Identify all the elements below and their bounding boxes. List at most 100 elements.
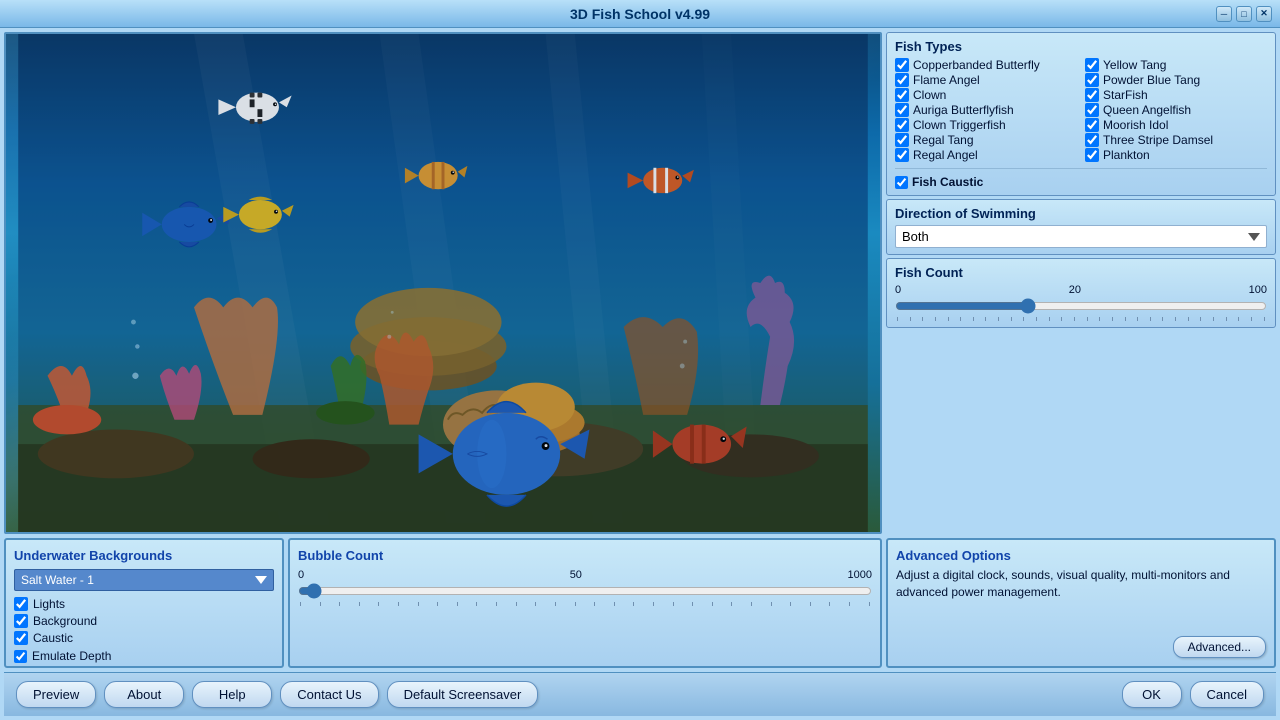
tick-mark	[575, 602, 576, 606]
right-panel: Fish Types Copperbanded ButterflyYellow …	[886, 32, 1276, 534]
aquarium-view	[4, 32, 882, 534]
main-wrapper: Fish Types Copperbanded ButterflyYellow …	[0, 28, 1280, 720]
tick-mark	[1238, 317, 1239, 321]
fish-type-item: Three Stripe Damsel	[1085, 133, 1267, 147]
tick-mark	[1061, 317, 1062, 321]
fish-type-checkbox-1[interactable]	[1085, 58, 1099, 72]
fish-count-slider[interactable]	[895, 298, 1267, 314]
minimize-button[interactable]: ─	[1216, 6, 1232, 22]
fish-caustic-label: Fish Caustic	[912, 175, 983, 189]
help-button[interactable]: Help	[192, 681, 272, 708]
tick-mark	[398, 602, 399, 606]
tick-mark	[922, 317, 923, 321]
top-section: Fish Types Copperbanded ButterflyYellow …	[4, 32, 1276, 534]
fish-type-checkbox-5[interactable]	[1085, 88, 1099, 102]
about-button[interactable]: About	[104, 681, 184, 708]
fish-type-label-3: Powder Blue Tang	[1103, 73, 1200, 87]
close-button[interactable]: ✕	[1256, 6, 1272, 22]
tick-mark	[359, 602, 360, 606]
fish-types-list: Copperbanded ButterflyYellow TangFlame A…	[895, 58, 1267, 162]
tick-mark	[1175, 317, 1176, 321]
emulate-depth-checkbox[interactable]	[14, 650, 27, 663]
tick-mark	[692, 602, 693, 606]
fish-type-item: Regal Angel	[895, 148, 1077, 162]
contact-us-button[interactable]: Contact Us	[280, 681, 378, 708]
underwater-bg-title: Underwater Backgrounds	[14, 548, 274, 563]
lights-checkbox[interactable]	[14, 597, 28, 611]
tick-mark	[1049, 317, 1050, 321]
bg-select-row: Salt Water - 1Salt Water - 2Fresh Water …	[14, 569, 274, 591]
fish-type-item: StarFish	[1085, 88, 1267, 102]
fish-type-item: Flame Angel	[895, 73, 1077, 87]
tick-mark	[1125, 317, 1126, 321]
tick-mark	[320, 602, 321, 606]
tick-mark	[673, 602, 674, 606]
advanced-desc: Adjust a digital clock, sounds, visual q…	[896, 567, 1266, 601]
ok-button[interactable]: OK	[1122, 681, 1182, 708]
fish-caustic-checkbox[interactable]	[895, 176, 908, 189]
advanced-button[interactable]: Advanced...	[1173, 636, 1266, 658]
tick-mark	[1074, 317, 1075, 321]
swimming-direction-select[interactable]: BothLeft to RightRight to Left	[895, 225, 1267, 248]
default-screensaver-button[interactable]: Default Screensaver	[387, 681, 539, 708]
fish-type-label-11: Three Stripe Damsel	[1103, 133, 1213, 147]
fish-types-panel: Fish Types Copperbanded ButterflyYellow …	[886, 32, 1276, 196]
fish-type-item: Powder Blue Tang	[1085, 73, 1267, 87]
fish-type-checkbox-8[interactable]	[895, 118, 909, 132]
tick-mark	[1162, 317, 1163, 321]
slider-ticks	[895, 317, 1267, 321]
fish-type-checkbox-7[interactable]	[1085, 103, 1099, 117]
cancel-button[interactable]: Cancel	[1190, 681, 1264, 708]
fish-types-title: Fish Types	[895, 39, 1267, 54]
fish-count-title: Fish Count	[895, 265, 1267, 280]
fish-type-label-6: Auriga Butterflyfish	[913, 103, 1014, 117]
tick-mark	[1251, 317, 1252, 321]
fish-type-checkbox-9[interactable]	[1085, 118, 1099, 132]
tick-mark	[712, 602, 713, 606]
caustic-checkbox[interactable]	[14, 631, 28, 645]
tick-mark	[771, 602, 772, 606]
tick-mark	[869, 602, 870, 606]
fish-count-max: 100	[1249, 284, 1267, 296]
fish-type-label-8: Clown Triggerfish	[913, 118, 1006, 132]
tick-mark	[535, 602, 536, 606]
bubble-count-title: Bubble Count	[298, 548, 872, 563]
tick-mark	[849, 602, 850, 606]
tick-mark	[1036, 317, 1037, 321]
fish-count-mid: 20	[1069, 284, 1081, 296]
fish-caustic-row: Fish Caustic	[895, 168, 1267, 189]
tick-mark	[594, 602, 595, 606]
fish-type-item: Yellow Tang	[1085, 58, 1267, 72]
fish-count-panel: Fish Count 0 20 100	[886, 258, 1276, 328]
tick-mark	[555, 602, 556, 606]
background-select[interactable]: Salt Water - 1Salt Water - 2Fresh Water …	[14, 569, 274, 591]
fish-type-checkbox-0[interactable]	[895, 58, 909, 72]
tick-mark	[1264, 317, 1265, 321]
fish-type-checkbox-12[interactable]	[895, 148, 909, 162]
fish-type-checkbox-6[interactable]	[895, 103, 909, 117]
fish-type-checkbox-13[interactable]	[1085, 148, 1099, 162]
tick-mark	[1226, 317, 1227, 321]
tick-mark	[790, 602, 791, 606]
fish-type-item: Clown	[895, 88, 1077, 102]
fish-type-label-5: StarFish	[1103, 88, 1148, 102]
fish-type-checkbox-4[interactable]	[895, 88, 909, 102]
app-title: 3D Fish School v4.99	[570, 6, 710, 22]
maximize-button[interactable]: □	[1236, 6, 1252, 22]
fish-type-checkbox-10[interactable]	[895, 133, 909, 147]
tick-mark	[1137, 317, 1138, 321]
fish-type-checkbox-11[interactable]	[1085, 133, 1099, 147]
preview-button[interactable]: Preview	[16, 681, 96, 708]
background-checkbox[interactable]	[14, 614, 28, 628]
fish-type-label-2: Flame Angel	[913, 73, 980, 87]
lights-item: Lights	[14, 597, 97, 611]
checkboxes-right: Lights Background Caustic	[14, 597, 97, 645]
title-bar-controls: ─ □ ✕	[1216, 6, 1272, 22]
fish-type-checkbox-2[interactable]	[895, 73, 909, 87]
advanced-title: Advanced Options	[896, 548, 1266, 563]
fish-type-checkbox-3[interactable]	[1085, 73, 1099, 87]
tick-mark	[1099, 317, 1100, 321]
fish-type-label-12: Regal Angel	[913, 148, 978, 162]
bubble-count-slider[interactable]	[298, 583, 872, 599]
options-row: Lights Background Caustic	[14, 597, 274, 645]
